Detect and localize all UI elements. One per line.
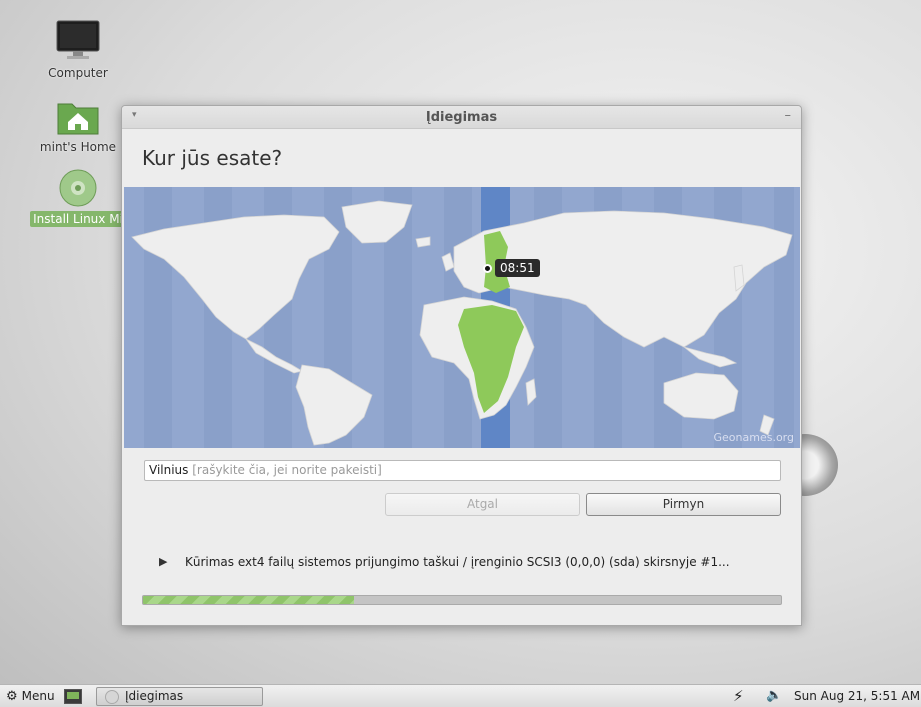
city-input[interactable]: Vilnius [rašykite čia, jei norite pakeis…	[144, 460, 781, 481]
window-titlebar[interactable]: ▾ Įdiegimas –	[122, 106, 801, 129]
details-expander-icon[interactable]: ▶	[159, 555, 167, 568]
desktop-icon-label: Computer	[48, 66, 108, 80]
taskbar-window-label: Įdiegimas	[125, 689, 184, 703]
desktop-icon-computer[interactable]: Computer	[28, 20, 128, 81]
cd-icon	[59, 169, 97, 207]
window-title: Įdiegimas	[425, 110, 498, 125]
desktop-icon-home[interactable]: mint's Home	[28, 98, 128, 155]
show-desktop-icon[interactable]	[64, 689, 82, 704]
map-credit: Geonames.org	[713, 431, 795, 444]
city-input-placeholder: [rašykite čia, jei norite pakeisti]	[188, 463, 382, 477]
desktop-icon-label: mint's Home	[39, 140, 117, 154]
desktop-icon-label: Install Linux Mi	[30, 211, 126, 227]
install-status-label: Kūrimas ext4 failų sistemos prijungimo t…	[185, 555, 730, 569]
volume-icon[interactable]: 🔈	[766, 685, 782, 707]
home-folder-icon	[57, 103, 99, 135]
world-map	[124, 187, 800, 448]
menu-label: Menu	[21, 689, 55, 703]
network-icon[interactable]: ⚡	[733, 685, 744, 707]
city-input-value: Vilnius	[149, 463, 189, 477]
install-progress-bar	[142, 595, 782, 605]
app-icon	[105, 689, 119, 704]
install-status-text: Kūrimas ext4 failų sistemos prijungimo t…	[185, 555, 730, 569]
install-progress-fill	[143, 596, 354, 604]
gear-icon: ⚙	[6, 689, 18, 704]
timezone-time-label: 08:51	[495, 259, 540, 277]
forward-button[interactable]: Pirmyn	[586, 493, 781, 516]
taskbar-window-button[interactable]: Įdiegimas	[96, 687, 263, 706]
timezone-map[interactable]: 08:51 Geonames.org	[124, 187, 800, 448]
clock[interactable]: Sun Aug 21, 5:51 AM	[794, 685, 920, 707]
taskbar: ⚙ Menu Įdiegimas ⚡ 🔈 Sun Aug 21, 5:51 AM	[0, 684, 921, 707]
menu-button[interactable]: ⚙ Menu	[6, 685, 55, 707]
minimize-icon[interactable]: –	[785, 108, 792, 123]
installer-window: ▾ Įdiegimas – Kur jūs esate? 08:51 Geona…	[121, 105, 802, 626]
desktop-icon-install[interactable]: Install Linux Mi	[28, 168, 128, 227]
page-title: Kur jūs esate?	[142, 146, 283, 170]
monitor-icon	[56, 20, 100, 59]
back-button[interactable]: Atgal	[385, 493, 580, 516]
location-marker	[483, 264, 492, 273]
